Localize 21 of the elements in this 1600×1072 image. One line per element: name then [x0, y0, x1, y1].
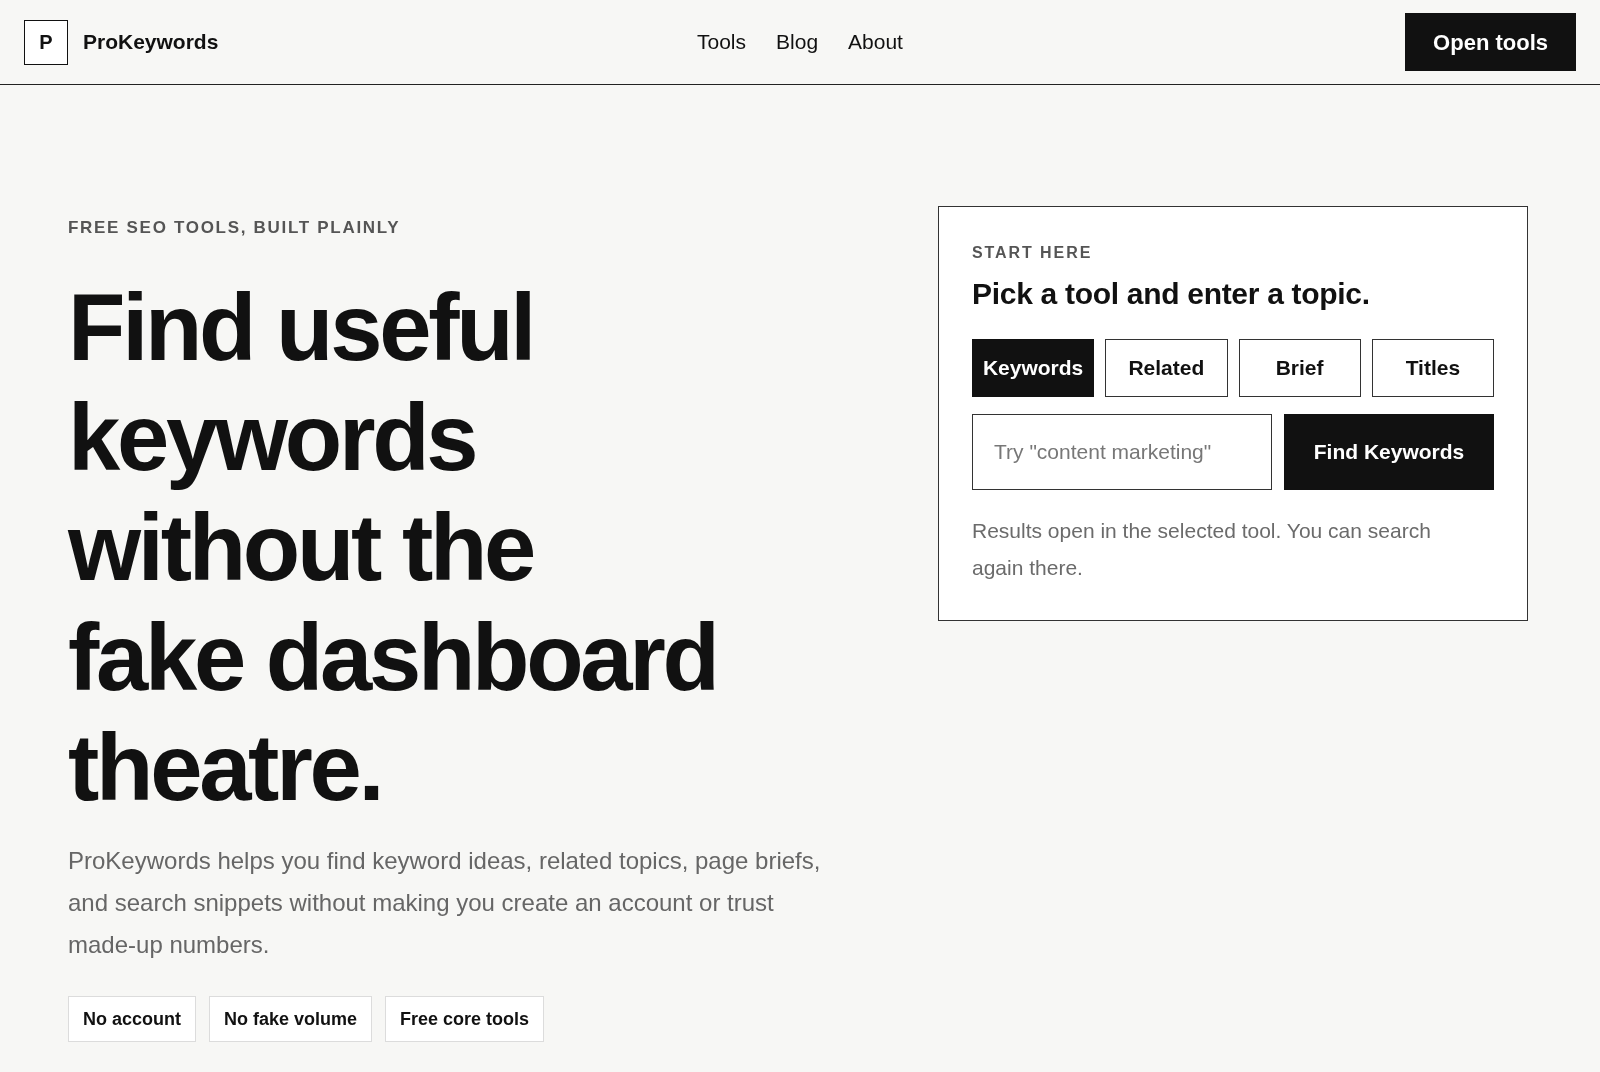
- nav-link[interactable]: About: [848, 26, 903, 58]
- open-tools-button[interactable]: Open tools: [1405, 13, 1576, 71]
- card-note: Results open in the selected tool. You can search again there.: [972, 518, 1432, 581]
- hero-headline: Find useful keywords without the fake dashboard theatre.: [68, 274, 717, 822]
- tool-tab[interactable]: Brief: [1238, 339, 1361, 397]
- feature-tag: No fake volume: [209, 996, 373, 1042]
- logo-mark[interactable]: P: [24, 19, 68, 65]
- card-eyebrow: START HERE: [972, 243, 1093, 263]
- nav-link[interactable]: Tools: [697, 26, 747, 58]
- feature-tag: Free core tools: [385, 996, 545, 1042]
- brand-name[interactable]: ProKeywords: [83, 26, 219, 58]
- tool-tab[interactable]: Titles: [1371, 339, 1494, 397]
- topic-input[interactable]: Try "content marketing": [972, 414, 1272, 490]
- find-keywords-button[interactable]: Find Keywords: [1284, 414, 1494, 490]
- card-title: Pick a tool and enter a topic.: [972, 276, 1370, 312]
- hero-description: ProKeywords helps you find keyword ideas, related topics, page briefs, and search snippets without making you create an account or trust made-up numbers.: [68, 846, 822, 960]
- tool-tab[interactable]: Keywords: [972, 339, 1095, 397]
- tool-tab[interactable]: Related: [1105, 339, 1228, 397]
- nav-link[interactable]: Blog: [776, 26, 819, 58]
- feature-tag: No account: [68, 996, 196, 1042]
- eyebrow-text: FREE SEO TOOLS, BUILT PLAINLY: [68, 218, 401, 238]
